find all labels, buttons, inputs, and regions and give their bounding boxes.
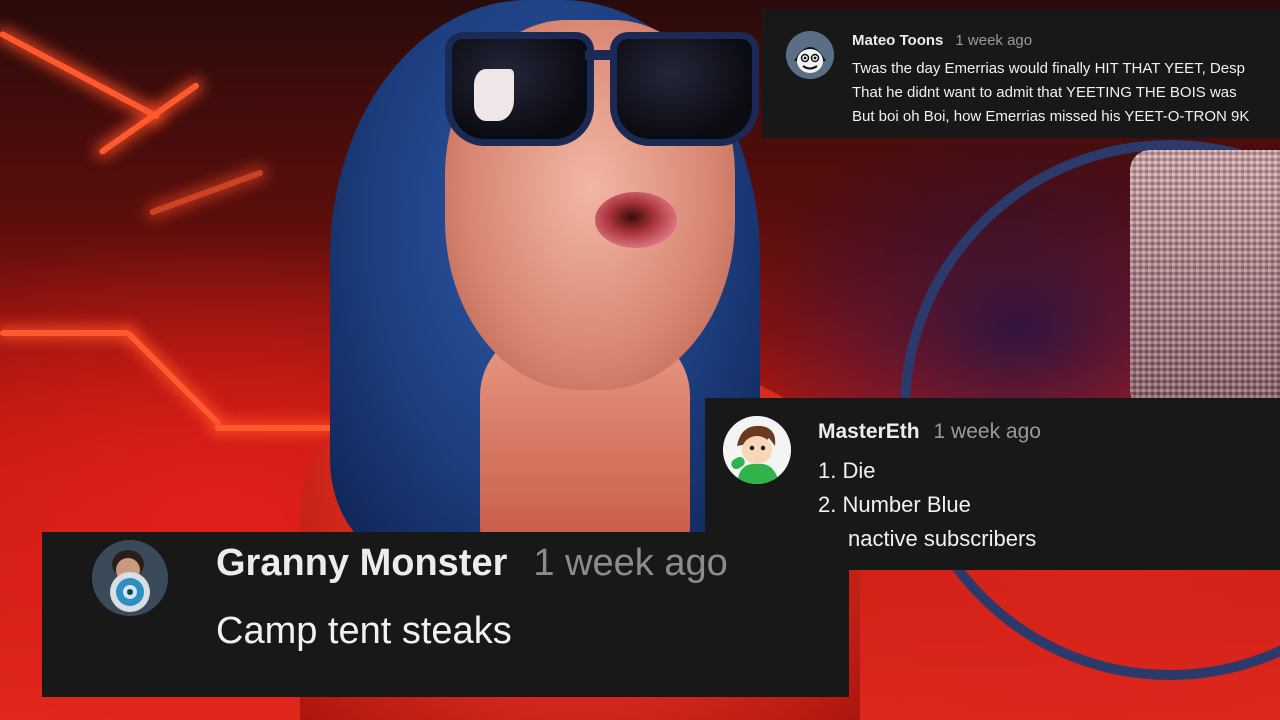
comment-timestamp[interactable]: 1 week ago — [955, 32, 1032, 49]
microphone — [1130, 150, 1280, 410]
comment-card-mateo-toons: Mateo Toons 1 week ago Twas the day Emerr… — [762, 10, 1280, 138]
comment-text-line: But boi oh Boi, how Emerrias missed his … — [852, 108, 1250, 125]
comment-header: Granny Monster 1 week ago — [216, 542, 728, 585]
comment-text-line: 2. Number Blue — [818, 492, 971, 517]
neon-line — [0, 330, 130, 336]
right-lens — [610, 32, 759, 146]
comment-author[interactable]: MasterEth — [818, 420, 920, 443]
comment-text-line: That he didnt want to admit that YEETING… — [852, 84, 1237, 101]
left-lens — [445, 32, 594, 146]
comment-author[interactable]: Granny Monster — [216, 542, 507, 584]
cartoon-face-avatar-icon[interactable] — [786, 31, 834, 79]
cartoon-boy-avatar-icon[interactable] — [723, 416, 791, 484]
comment-text-line: Camp tent steaks — [216, 610, 512, 652]
comment-text-line: nactive subscribers — [848, 526, 1037, 551]
mouth — [595, 192, 677, 248]
lens-glare — [474, 69, 514, 121]
comment-timestamp[interactable]: 1 week ago — [934, 420, 1041, 443]
comment-header: Mateo Toons 1 week ago — [852, 32, 1032, 49]
neon-line — [215, 425, 335, 431]
sunglasses — [445, 22, 759, 146]
profile-photo-avatar-icon[interactable] — [92, 540, 168, 616]
comment-card-granny-monster: Granny Monster 1 week ago Camp tent steak… — [42, 532, 849, 697]
comment-header: MasterEth 1 week ago — [818, 420, 1041, 444]
comment-text-line: 1. Die — [818, 458, 876, 483]
comment-author[interactable]: Mateo Toons — [852, 32, 943, 49]
comment-text-line: Twas the day Emerrias would finally HIT … — [852, 60, 1245, 77]
comment-timestamp[interactable]: 1 week ago — [533, 542, 727, 584]
